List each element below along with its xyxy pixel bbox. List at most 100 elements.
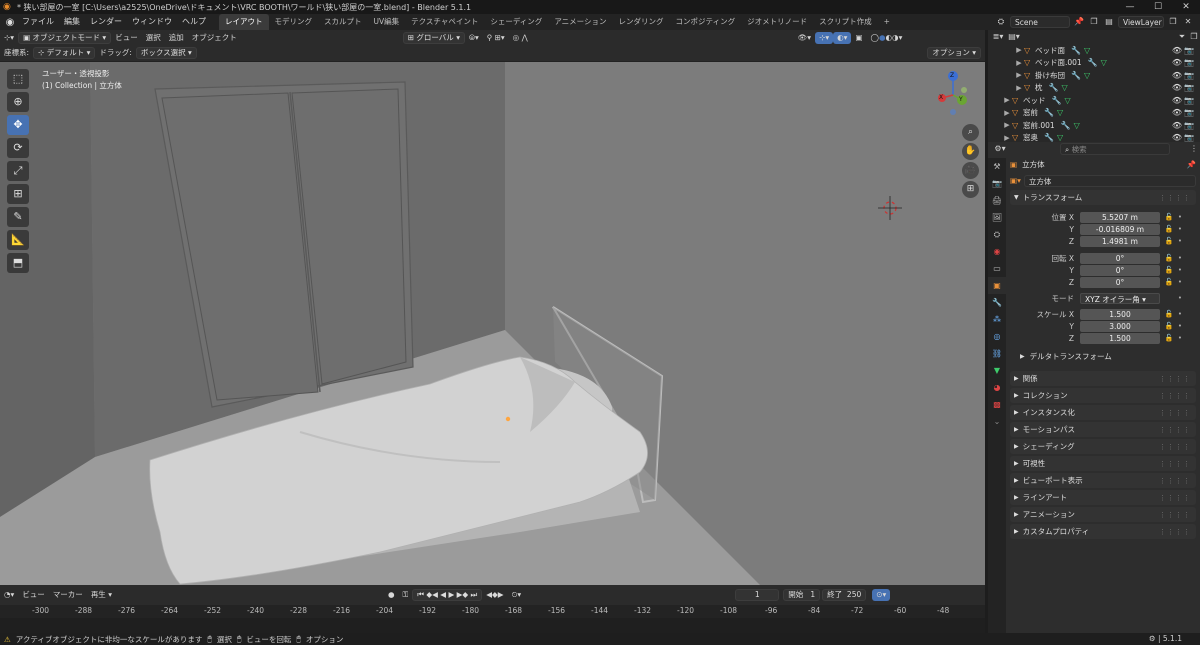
playback-controls[interactable]: ⏮ ◆◀ ◀ ▶ ▶◆ ⏭ <box>412 589 483 601</box>
expand-arrow-icon[interactable]: ▶ <box>1002 121 1012 129</box>
modifier-icon[interactable]: 🔧 <box>1044 133 1054 142</box>
tab-shading[interactable]: シェーディング <box>484 14 548 30</box>
data-tab-icon[interactable]: ▼ <box>988 362 1006 379</box>
output-tab-icon[interactable]: 🖨 <box>988 192 1006 209</box>
tab-layout[interactable]: レイアウト <box>219 14 269 30</box>
transform-panel-header[interactable]: ▼ トランスフォーム ⋮⋮⋮⋮ <box>1010 190 1196 205</box>
keyframe-dot-icon[interactable]: • <box>1175 225 1185 233</box>
tool-tab-icon[interactable]: ⚒ <box>988 158 1006 175</box>
add-workspace-button[interactable]: + <box>878 14 896 30</box>
drag-handle-icon[interactable]: ⋮⋮⋮⋮ <box>1159 409 1191 417</box>
visibility-toggles[interactable]: 👁📷 <box>1172 83 1196 92</box>
tab-sculpting[interactable]: スカルプト <box>318 14 368 30</box>
delta-transform-subpanel[interactable]: ▶ デルタトランスフォーム <box>1010 350 1196 363</box>
visibility-toggles[interactable]: 👁📷 <box>1172 58 1196 67</box>
object-name-field[interactable]: 立方体 <box>1023 174 1196 187</box>
rotation-y-field[interactable]: 0° <box>1080 264 1160 276</box>
keyframe-dot-icon[interactable]: • <box>1175 278 1185 286</box>
menu-help[interactable]: ヘルプ <box>177 14 211 30</box>
gizmo-toggle-icon[interactable]: ⊹▾ <box>815 31 834 44</box>
render-tab-icon[interactable]: 📷 <box>988 175 1006 192</box>
keyframe-dot-icon[interactable]: • <box>1175 213 1185 221</box>
properties-options-icon[interactable]: ⋮ <box>1188 143 1200 155</box>
scene-name-field[interactable]: Scene <box>1010 16 1070 28</box>
drag-handle-icon[interactable]: ⋮⋮⋮⋮ <box>1159 494 1191 502</box>
current-frame-field[interactable]: 1 <box>735 589 780 601</box>
pin-properties-icon[interactable]: 📌 <box>1187 160 1196 169</box>
drag-selector[interactable]: ボックス選択 ▾ <box>135 47 197 59</box>
location-z-field[interactable]: 1.4981 m <box>1080 235 1160 247</box>
measure-tool[interactable]: 📐 <box>7 230 29 250</box>
visibility-toggles[interactable]: 👁📷 <box>1172 96 1196 105</box>
panel-header[interactable]: ▶ ビューポート表示 ⋮⋮⋮⋮ <box>1010 473 1196 488</box>
blender-menu-icon[interactable]: ◉ <box>3 17 17 28</box>
close-button[interactable]: ✕ <box>1172 0 1200 14</box>
timeline-menu-view[interactable]: ビュー <box>18 589 49 601</box>
properties-search-input[interactable]: ⌕ 検索 <box>1060 143 1170 155</box>
pivot-icon[interactable]: ⦾▾ <box>465 32 483 44</box>
xray-icon[interactable]: ▣ <box>851 32 866 44</box>
transform-orientation-selector[interactable]: ⊞ グローバル ▾ <box>402 31 465 44</box>
pan-hand-icon[interactable]: ✋ <box>962 143 979 160</box>
timeline-area[interactable] <box>0 618 985 633</box>
cursor-tool[interactable]: ⊕ <box>7 92 29 112</box>
modifier-icon[interactable]: 🔧 <box>1044 108 1054 117</box>
panel-header[interactable]: ▶ シェーディング ⋮⋮⋮⋮ <box>1010 439 1196 454</box>
expand-arrow-icon[interactable]: ▶ <box>1002 109 1012 117</box>
drag-handle-icon[interactable]: ⋮⋮⋮⋮ <box>1159 375 1191 383</box>
object-tab-icon[interactable]: ▣ <box>988 277 1006 294</box>
outliner-item[interactable]: ▶ ▽ 掛け布団 🔧 ▽ 👁📷 <box>988 69 1200 82</box>
minimize-button[interactable]: — <box>1116 0 1144 14</box>
scale-x-field[interactable]: 1.500 <box>1080 308 1160 320</box>
view-layer-tab-icon[interactable]: 🖼 <box>988 209 1006 226</box>
constraints-tab-icon[interactable]: ⛓ <box>988 345 1006 362</box>
modifier-icon[interactable]: 🔧 <box>1071 46 1081 55</box>
visibility-icon[interactable]: 👁▾ <box>794 32 815 44</box>
mesh-data-icon[interactable]: ▽ <box>1064 96 1070 105</box>
drag-handle-icon[interactable]: ⋮⋮⋮⋮ <box>1159 392 1191 400</box>
keyframe-dot-icon[interactable]: • <box>1175 266 1185 274</box>
mesh-data-icon[interactable]: ▽ <box>1074 121 1080 130</box>
modifier-icon[interactable]: 🔧 <box>1088 58 1098 67</box>
tab-texture-paint[interactable]: テクスチャペイント <box>405 14 484 30</box>
navigation-gizmo[interactable]: Z Y X <box>928 70 978 120</box>
outliner-item[interactable]: ▶ ▽ ベッド面.001 🔧 ▽ 👁📷 <box>988 57 1200 70</box>
move-tool[interactable]: ✥ <box>7 115 29 135</box>
mesh-data-icon[interactable]: ▽ <box>1101 58 1107 67</box>
timeline-view-icon[interactable]: ⊙▾ <box>872 589 891 601</box>
visibility-toggles[interactable]: 👁📷 <box>1172 121 1196 130</box>
panel-header[interactable]: ▶ コレクション ⋮⋮⋮⋮ <box>1010 388 1196 403</box>
physics-tab-icon[interactable]: ◎ <box>988 328 1006 345</box>
menu-file[interactable]: ファイル <box>17 14 59 30</box>
lock-icon[interactable]: 🔓 <box>1163 310 1175 318</box>
expand-arrow-icon[interactable]: ▶ <box>1014 84 1024 92</box>
location-x-field[interactable]: 5.5207 m <box>1080 211 1160 223</box>
keying-icon[interactable]: ⚿ <box>399 589 413 601</box>
add-cube-tool[interactable]: ⬒ <box>7 253 29 273</box>
drag-handle-icon[interactable]: ⋮⋮⋮⋮ <box>1159 194 1191 202</box>
keyframe-dot-icon[interactable]: • <box>1175 294 1185 302</box>
rotation-mode-dropdown[interactable]: XYZ オイラー角 ▾ <box>1080 292 1160 304</box>
datablock-icon[interactable]: ▣▾ <box>1010 176 1021 185</box>
outliner-item[interactable]: ▶ ▽ ベッド 🔧 ▽ 👁📷 <box>988 94 1200 107</box>
particles-tab-icon[interactable]: ⁂ <box>988 311 1006 328</box>
tab-scripting[interactable]: スクリプト作成 <box>813 14 878 30</box>
rotation-z-field[interactable]: 0° <box>1080 276 1160 288</box>
mesh-data-icon[interactable]: ▽ <box>1084 46 1090 55</box>
pin-icon[interactable]: 📌 <box>1073 16 1085 28</box>
menu-window[interactable]: ウィンドウ <box>127 14 177 30</box>
keyframe-dot-icon[interactable]: • <box>1175 334 1185 342</box>
lock-icon[interactable]: 🔓 <box>1163 213 1175 221</box>
keyframe-dot-icon[interactable]: • <box>1175 237 1185 245</box>
drag-handle-icon[interactable]: ⋮⋮⋮⋮ <box>1159 477 1191 485</box>
drag-handle-icon[interactable]: ⋮⋮⋮⋮ <box>1159 460 1191 468</box>
outliner-display-icon[interactable]: ▤▾ <box>1004 31 1024 43</box>
panel-header[interactable]: ▶ 可視性 ⋮⋮⋮⋮ <box>1010 456 1196 471</box>
collapse-tabs-icon[interactable]: ⌄ <box>988 413 1006 430</box>
menu-object[interactable]: オブジェクト <box>188 32 241 44</box>
lock-icon[interactable]: 🔓 <box>1163 254 1175 262</box>
timeline-menu-marker[interactable]: マーカー <box>49 589 87 601</box>
menu-select[interactable]: 選択 <box>142 32 165 44</box>
transform-tool[interactable]: ⊞ <box>7 184 29 204</box>
expand-arrow-icon[interactable]: ▶ <box>1014 59 1024 67</box>
